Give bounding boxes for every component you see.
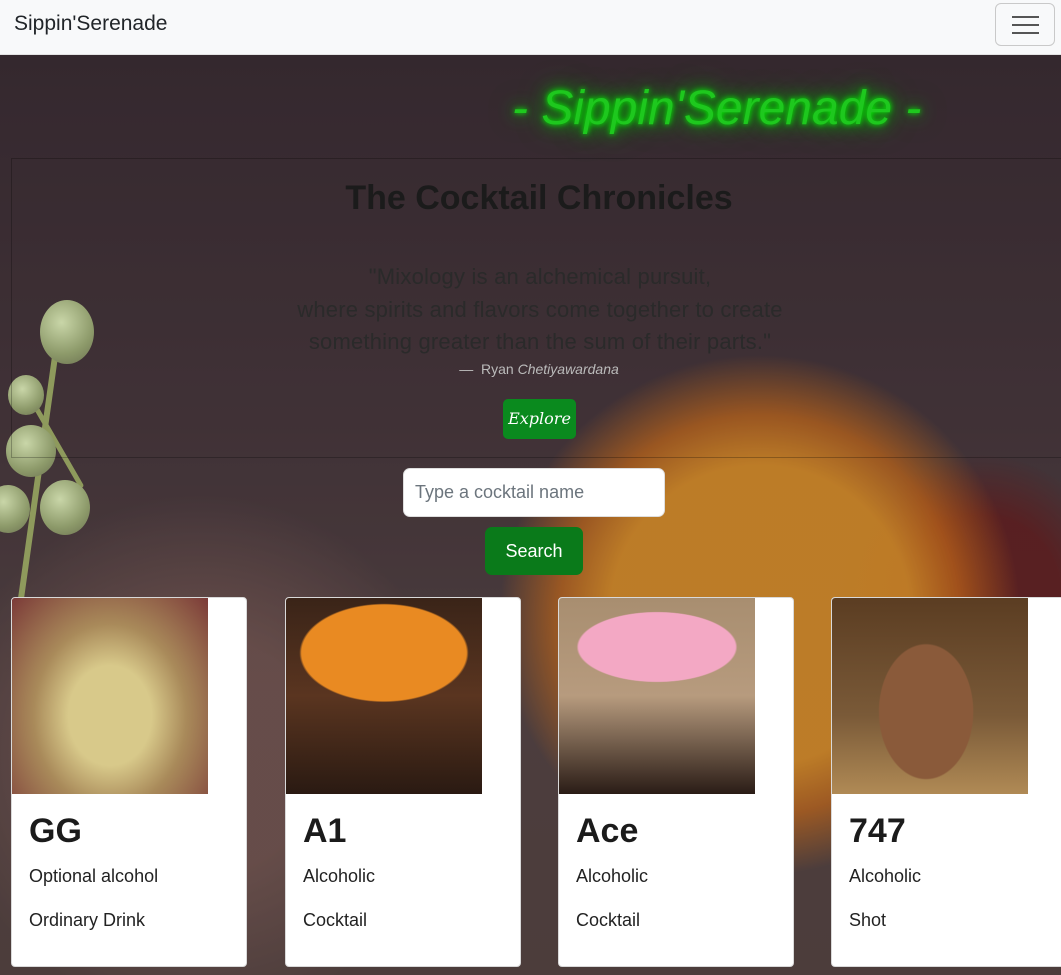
quote-line: where spirits and flavors come together … (297, 296, 783, 322)
citation-last-name: Chetiyawardana (517, 361, 619, 377)
cocktail-card[interactable]: Ace Alcoholic Cocktail (558, 597, 794, 967)
cocktail-name: Ace (576, 812, 639, 850)
cocktail-image[interactable] (286, 598, 482, 794)
citation-first-name: Ryan (481, 361, 514, 377)
cocktail-category: Ordinary Drink (29, 910, 146, 930)
cocktail-category: Cocktail (303, 910, 368, 930)
cocktail-category: Shot (849, 910, 887, 930)
cocktail-alcoholic: Alcoholic (303, 866, 376, 886)
brand-link[interactable]: Sippin'Serenade (14, 12, 167, 36)
cocktail-name: GG (29, 812, 82, 850)
cocktail-card[interactable]: A1 Alcoholic Cocktail (285, 597, 521, 967)
search-input[interactable] (403, 468, 665, 517)
quote-line: "Mixology is an alchemical pursuit, (368, 264, 712, 289)
menu-toggle-button[interactable] (995, 3, 1055, 46)
search-button[interactable]: Search (485, 527, 583, 575)
neon-title: - Sippin'Serenade - (512, 82, 922, 135)
cocktail-image[interactable] (559, 598, 755, 794)
cocktail-category: Cocktail (576, 910, 641, 930)
quote-line: something greater than the sum of their … (308, 329, 772, 354)
cocktail-image[interactable] (832, 598, 1028, 794)
cocktail-card[interactable]: GG Optional alcohol Ordinary Drink (11, 597, 247, 967)
quote: "Mixology is an alchemical pursuit, wher… (240, 261, 840, 359)
page-title: The Cocktail Chronicles (345, 179, 733, 217)
cocktail-card[interactable]: 747 Alcoholic Shot (831, 597, 1061, 967)
cocktail-alcoholic: Optional alcohol (29, 866, 159, 886)
cocktail-image[interactable] (12, 598, 208, 794)
cocktail-name: 747 (849, 812, 906, 850)
explore-button[interactable]: Explore (503, 399, 576, 439)
citation-dash: — (459, 361, 474, 377)
cocktail-alcoholic: Alcoholic (849, 866, 922, 886)
quote-citation: — Ryan Chetiyawardana (0, 361, 1061, 377)
hero-section: - Sippin'Serenade - The Cocktail Chronic… (0, 55, 1061, 975)
cocktail-name: A1 (303, 812, 347, 850)
cocktail-alcoholic: Alcoholic (576, 866, 649, 886)
navbar: Sippin'Serenade (0, 0, 1061, 55)
